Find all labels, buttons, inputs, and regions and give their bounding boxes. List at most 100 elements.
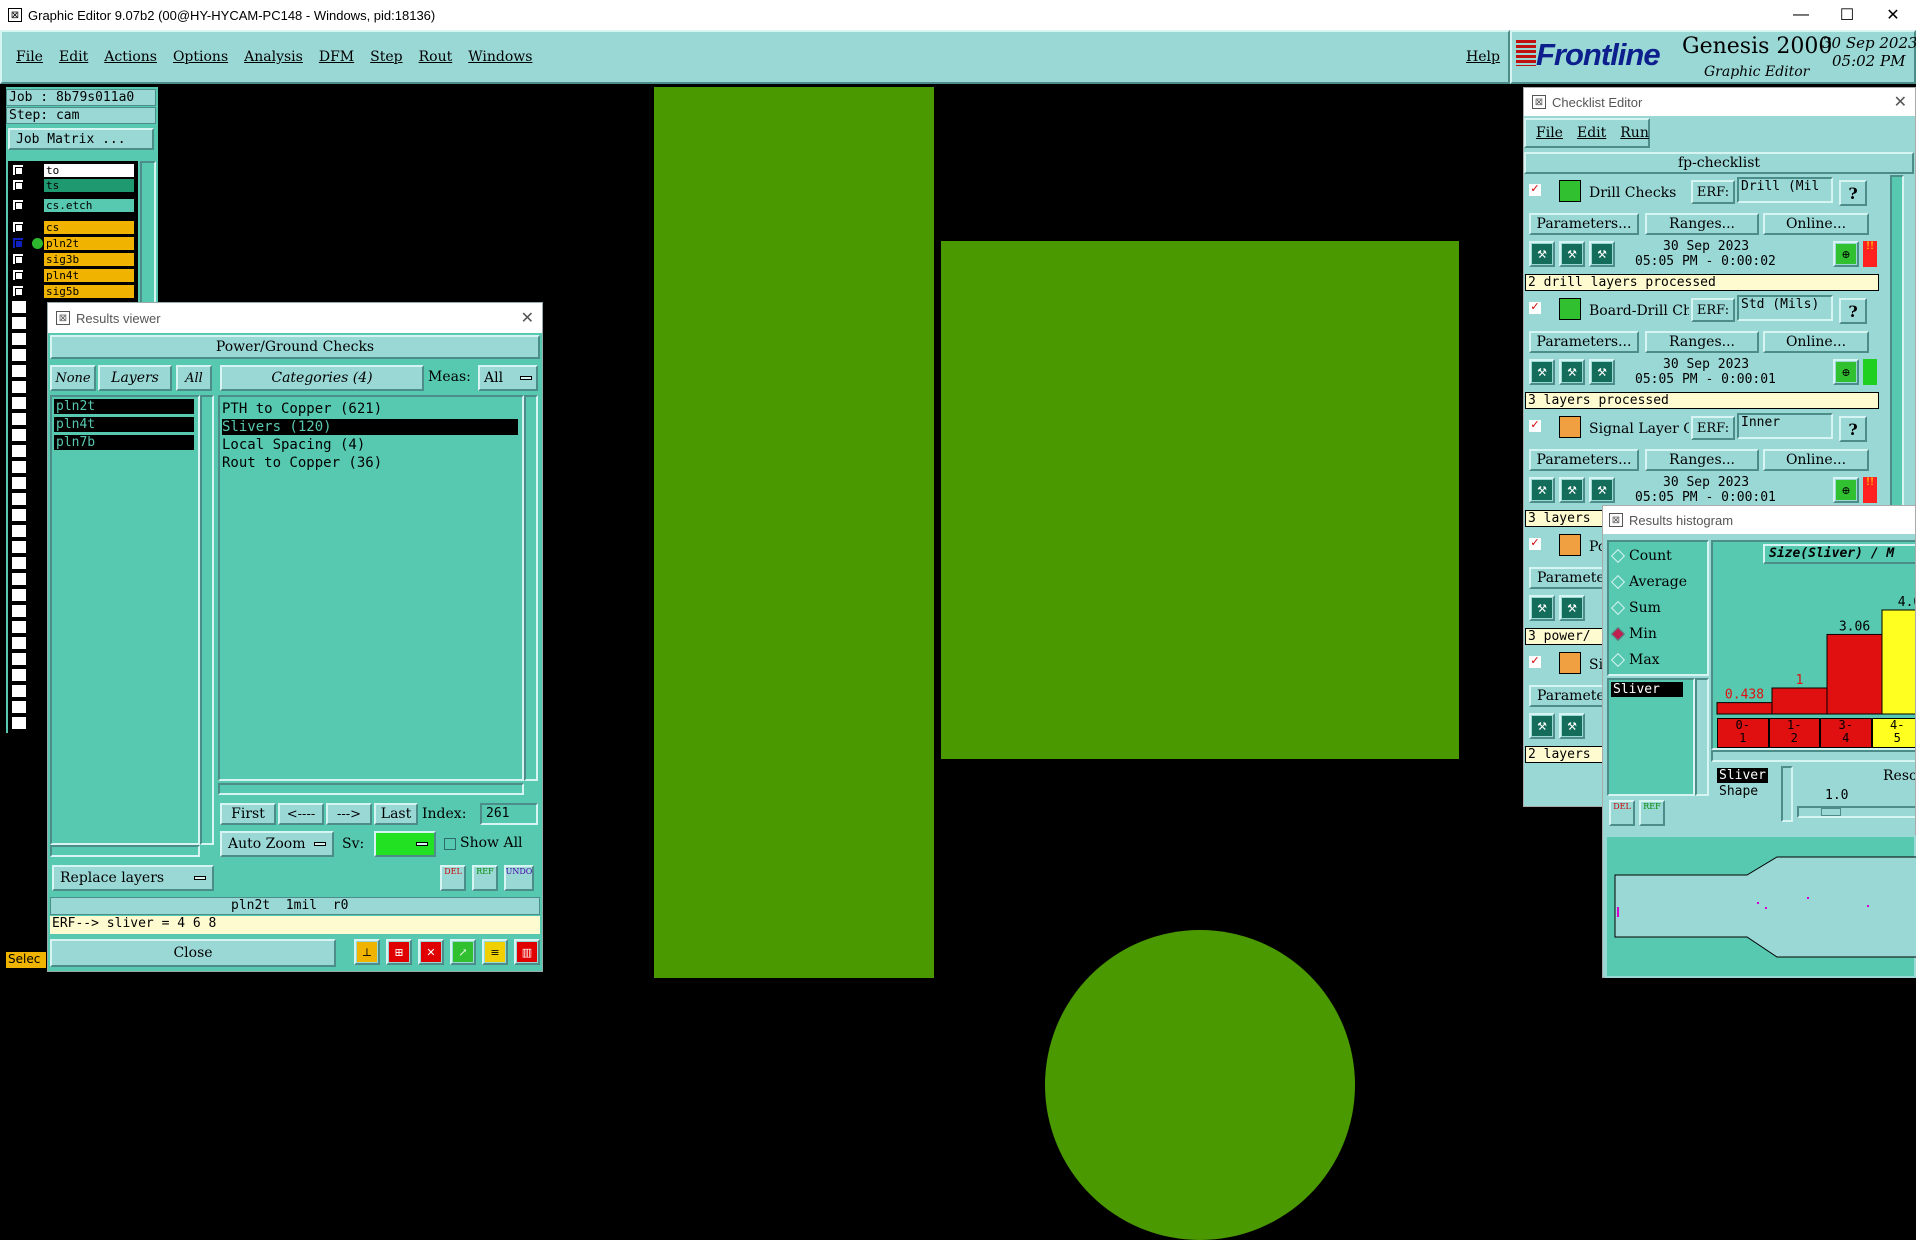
layer-checkbox[interactable] <box>12 179 24 191</box>
histogram-icon[interactable]: ▥ <box>514 939 540 965</box>
sv-color-select[interactable] <box>374 831 436 857</box>
option-min[interactable]: Min <box>1613 626 1657 642</box>
zoom-results-icon[interactable]: ⊕ <box>1833 477 1859 503</box>
results-viewer-close-icon[interactable]: ✕ <box>521 308 534 328</box>
checklist-menu-edit[interactable]: Edit <box>1577 125 1606 141</box>
layer-checkbox[interactable] <box>12 253 24 265</box>
check-enable-icon[interactable]: ✓ <box>1529 656 1541 668</box>
option-max[interactable]: Max <box>1613 652 1660 668</box>
layer-ts[interactable]: ts <box>44 179 134 192</box>
erf-value[interactable]: Drill (Mil <box>1737 177 1833 203</box>
ref-icon[interactable]: REF <box>472 865 498 891</box>
parameters-button[interactable]: Parameters... <box>1529 331 1639 353</box>
close-results-button[interactable]: Close <box>50 939 336 967</box>
online-button[interactable]: Online... <box>1763 213 1869 235</box>
first-button[interactable]: First <box>220 803 276 825</box>
histogram-bar[interactable] <box>1827 634 1882 714</box>
all-button[interactable]: All <box>176 365 212 391</box>
menu-analysis[interactable]: Analysis <box>244 49 303 65</box>
checklist-menu-run[interactable]: Run <box>1620 125 1649 141</box>
show-all-checkbox[interactable] <box>444 838 456 850</box>
erf-value[interactable]: Inner <box>1737 413 1833 439</box>
ranges-button[interactable]: Ranges... <box>1645 331 1759 353</box>
chart-hscroll[interactable] <box>1711 750 1916 762</box>
category-item[interactable]: Local Spacing (4) <box>222 437 518 453</box>
run-all-icon[interactable]: ⚒ <box>1559 713 1585 739</box>
erf-button[interactable]: ERF: <box>1691 298 1735 322</box>
categories-button[interactable]: Categories (4) <box>220 365 424 391</box>
check-enable-icon[interactable]: ✓ <box>1529 184 1541 196</box>
erf-button[interactable]: ERF: <box>1691 416 1735 440</box>
ranges-button[interactable]: Ranges... <box>1645 213 1759 235</box>
index-input[interactable]: 261 <box>480 803 538 825</box>
mini-map[interactable] <box>1605 835 1916 978</box>
parameters-button[interactable]: Parameters... <box>1529 449 1639 471</box>
layer-checkbox[interactable] <box>12 164 24 176</box>
results-layer-item[interactable]: pln2t <box>54 399 194 414</box>
layer-checkbox[interactable] <box>12 199 24 211</box>
results-layer-item[interactable]: pln7b <box>54 435 194 450</box>
histogram-ref-icon[interactable]: REF <box>1639 800 1665 826</box>
run-all-icon[interactable]: ⚒ <box>1559 359 1585 385</box>
cancel-feature-icon[interactable]: ✕ <box>418 939 444 965</box>
histogram-bar[interactable] <box>1772 688 1827 714</box>
categories-vscroll[interactable] <box>524 395 538 781</box>
zoom-results-icon[interactable]: ⊕ <box>1833 359 1859 385</box>
menu-step[interactable]: Step <box>370 49 402 65</box>
results-layer-item[interactable]: pln4t <box>54 417 194 432</box>
histogram-del-icon[interactable]: DEL <box>1609 800 1635 826</box>
sel-scroll[interactable] <box>1781 766 1793 822</box>
layers-button[interactable]: Layers <box>98 365 172 391</box>
help-button[interactable]: ? <box>1839 298 1867 324</box>
category-item-selected[interactable]: Slivers (120) <box>222 419 518 435</box>
online-button[interactable]: Online... <box>1763 449 1869 471</box>
layer-sig3b[interactable]: sig3b <box>44 253 134 266</box>
layer-checkbox[interactable] <box>12 269 24 281</box>
check-enable-icon[interactable]: ✓ <box>1529 302 1541 314</box>
step-icon[interactable]: ↗ <box>450 939 476 965</box>
category-item[interactable]: Rout to Copper (36) <box>222 455 518 471</box>
del-icon[interactable]: DEL <box>440 865 466 891</box>
run-icon[interactable]: ⚒ <box>1529 477 1555 503</box>
run-all-icon[interactable]: ⚒ <box>1559 241 1585 267</box>
menu-actions[interactable]: Actions <box>104 49 157 65</box>
layer-pln4t[interactable]: pln4t <box>44 269 134 282</box>
meas-select[interactable]: All <box>478 365 538 391</box>
prev-button[interactable]: <---- <box>278 803 324 825</box>
layer-cs-etch[interactable]: cs.etch <box>44 199 134 212</box>
run-icon[interactable]: ⚒ <box>1529 359 1555 385</box>
layer-checkbox[interactable] <box>12 285 24 297</box>
layer-cs[interactable]: cs <box>44 221 134 234</box>
help-button[interactable]: ? <box>1839 180 1867 206</box>
menu-options[interactable]: Options <box>173 49 228 65</box>
canvas-copper-rect[interactable] <box>941 241 1459 759</box>
measure-icon[interactable]: ⊥ <box>354 939 380 965</box>
online-button[interactable]: Online... <box>1763 331 1869 353</box>
run-all-icon[interactable]: ⚒ <box>1559 595 1585 621</box>
none-button[interactable]: None <box>50 365 96 391</box>
replace-layers-select[interactable]: Replace layers <box>52 865 214 891</box>
undo-icon[interactable]: UNDO <box>504 865 534 891</box>
run-erf-icon[interactable]: ⚒ <box>1589 477 1615 503</box>
help-button[interactable]: ? <box>1839 416 1867 442</box>
run-icon[interactable]: ⚒ <box>1529 595 1555 621</box>
parameters-button[interactable]: Paramete <box>1529 567 1613 589</box>
histogram-bar[interactable] <box>1717 703 1772 714</box>
minimize-button[interactable]: — <box>1778 0 1824 30</box>
check-enable-icon[interactable]: ✓ <box>1529 420 1541 432</box>
layer-checkbox[interactable] <box>12 221 24 233</box>
checklist-menu-file[interactable]: File <box>1536 125 1563 141</box>
results-layer-hscroll[interactable] <box>50 845 200 857</box>
run-erf-icon[interactable]: ⚒ <box>1589 241 1615 267</box>
auto-zoom-select[interactable]: Auto Zoom <box>220 831 334 857</box>
slider-handle[interactable] <box>1821 808 1841 816</box>
check-enable-icon[interactable]: ✓ <box>1529 538 1541 550</box>
run-icon[interactable]: ⚒ <box>1529 241 1555 267</box>
layer-to[interactable]: to <box>44 164 134 177</box>
menu-edit[interactable]: Edit <box>59 49 88 65</box>
canvas-copper-bar[interactable] <box>654 87 934 978</box>
menu-rout[interactable]: Rout <box>419 49 453 65</box>
menu-file[interactable]: File <box>16 49 43 65</box>
menu-dfm[interactable]: DFM <box>319 49 354 65</box>
parameters-button[interactable]: Paramete <box>1529 685 1613 707</box>
